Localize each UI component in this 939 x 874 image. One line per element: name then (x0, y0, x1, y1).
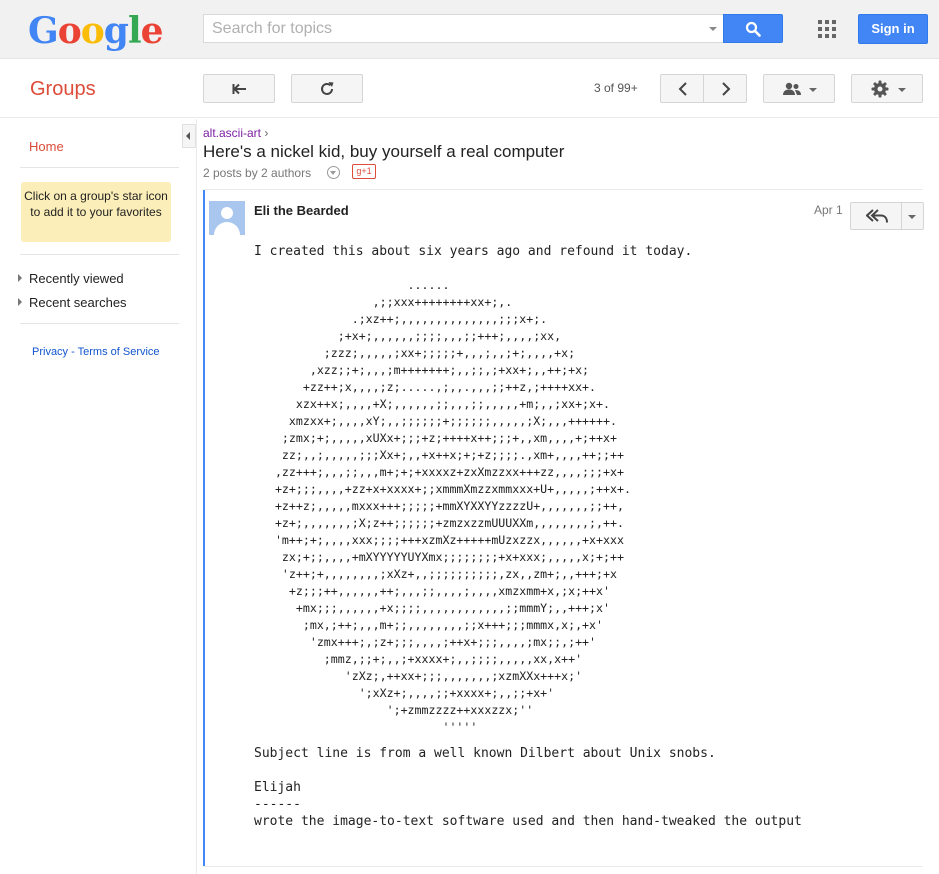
page-count: 3 of 99+ (594, 81, 638, 95)
reply-all-icon (866, 209, 888, 223)
subject-note: Subject line is from a well known Dilber… (254, 746, 716, 761)
back-button[interactable] (203, 74, 275, 103)
search-box[interactable] (203, 14, 723, 43)
thread-options-caret-icon[interactable] (327, 166, 340, 179)
back-arrow-icon (232, 83, 246, 95)
post-intro: I created this about six years ago and r… (254, 244, 693, 259)
search-input[interactable] (204, 15, 694, 42)
nav-divider (20, 167, 179, 168)
search-options-caret-icon[interactable] (709, 27, 717, 31)
breadcrumb-separator: › (264, 126, 269, 140)
apps-grid-icon[interactable] (818, 20, 836, 38)
footer-links: Privacy - Terms of Service (32, 346, 160, 358)
left-navigation: Home Click on a group's star icon to add… (0, 119, 197, 874)
members-menu-button[interactable] (763, 74, 835, 103)
post-date: Apr 1 (814, 203, 843, 217)
google-logo[interactable]: Google (28, 10, 164, 52)
reply-all-button[interactable] (850, 202, 902, 230)
thread-meta: 2 posts by 2 authors (203, 166, 312, 180)
thread-title: Here's a nickel kid, buy yourself a real… (203, 142, 565, 161)
chevron-down-icon (809, 88, 817, 92)
post-divider (203, 866, 923, 867)
refresh-icon (321, 82, 334, 95)
expand-arrow-icon[interactable] (18, 298, 22, 306)
nav-divider (20, 254, 179, 255)
people-icon (783, 82, 801, 95)
chevron-right-icon (722, 82, 731, 96)
post-author[interactable]: Eli the Bearded (254, 203, 349, 218)
search-button[interactable] (723, 14, 783, 43)
gear-icon (871, 80, 889, 98)
privacy-link[interactable]: Privacy (32, 346, 68, 358)
group-link[interactable]: alt.ascii-art (203, 126, 261, 140)
post-body: I created this about six years ago and r… (254, 243, 914, 830)
signature-note: wrote the image-to-text software used an… (254, 814, 802, 829)
chevron-down-icon (908, 215, 916, 219)
chevron-left-icon (186, 132, 190, 140)
groups-title[interactable]: Groups (30, 78, 96, 101)
favorites-hint: Click on a group's star icon to add it t… (21, 182, 171, 242)
sign-in-button[interactable]: Sign in (858, 14, 928, 44)
breadcrumb: alt.ascii-art › (203, 126, 268, 140)
avatar[interactable] (209, 201, 245, 235)
signature-name: Elijah (254, 780, 301, 795)
terms-link[interactable]: Terms of Service (78, 346, 160, 358)
top-bar: Google Sign in (0, 0, 939, 59)
next-button[interactable] (703, 74, 747, 103)
refresh-button[interactable] (291, 74, 363, 103)
ascii-art: ...... ,;;xxx++++++++xx+;,. .;xz++;,,,,,… (274, 278, 631, 734)
expand-arrow-icon[interactable] (18, 274, 22, 282)
nav-home-link[interactable]: Home (29, 139, 64, 154)
search-icon (745, 21, 761, 37)
nav-recent-searches[interactable]: Recent searches (29, 295, 127, 310)
groups-toolbar: Groups 3 of 99+ (0, 59, 939, 118)
signature-separator: ------ (254, 797, 301, 812)
previous-button[interactable] (660, 74, 704, 103)
chevron-down-icon (898, 88, 906, 92)
settings-button[interactable] (851, 74, 923, 103)
collapse-nav-button[interactable] (182, 124, 196, 148)
google-plus-one-button[interactable]: g+1 (352, 164, 376, 179)
nav-divider (20, 323, 179, 324)
nav-recently-viewed[interactable]: Recently viewed (29, 271, 124, 286)
link-separator: - (68, 346, 78, 358)
chevron-left-icon (678, 82, 687, 96)
reply-options-button[interactable] (901, 202, 924, 230)
